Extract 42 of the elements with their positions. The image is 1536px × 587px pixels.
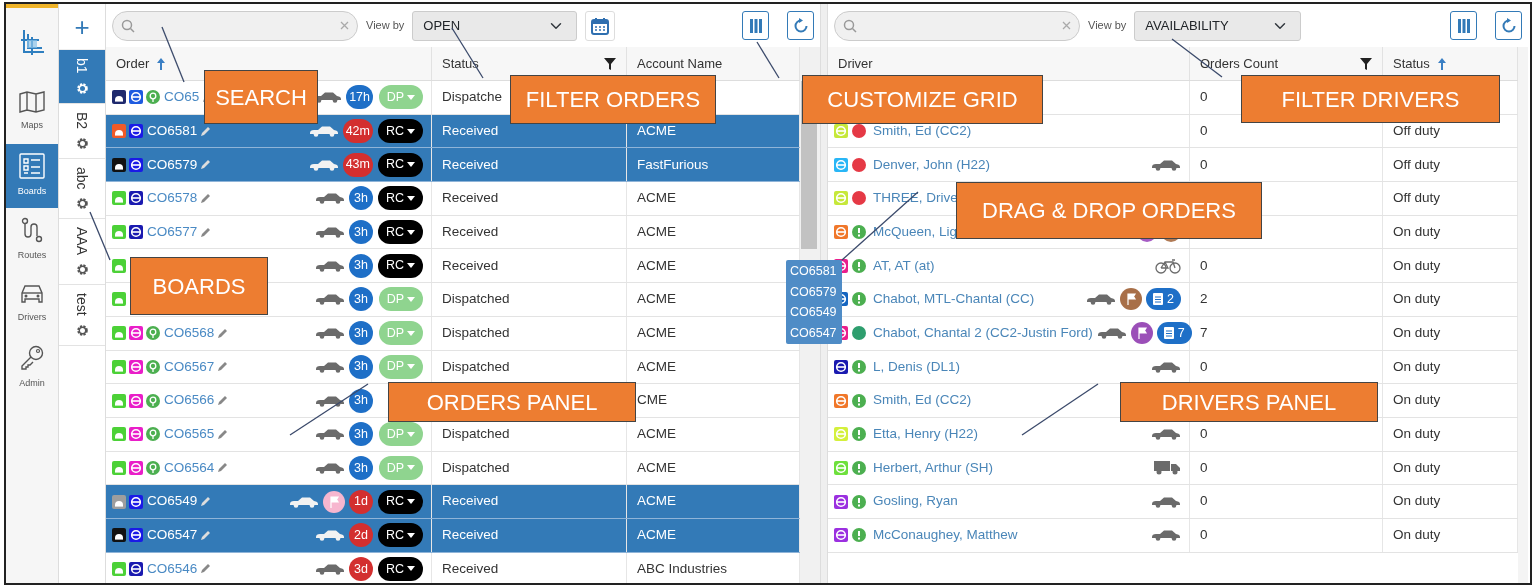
table-cell: Dispatched	[432, 283, 627, 316]
table-cell: Received	[432, 249, 627, 283]
callout-tooltip: DRIVERS PANEL	[1120, 382, 1378, 422]
view-by-label: View by	[1088, 18, 1127, 34]
callout-tooltip: FILTER ORDERS	[510, 75, 716, 124]
view-by-label: View by	[366, 18, 405, 34]
age-indicator: 3h	[349, 186, 373, 211]
age-indicator: 2d	[349, 523, 373, 548]
age-indicator: 3h	[349, 321, 373, 346]
age-indicator: 3h	[349, 253, 373, 278]
callout-tooltip: ORDERS PANEL	[388, 382, 636, 422]
table-cell: Received	[432, 148, 627, 182]
table-cell: 7	[1190, 316, 1383, 350]
table-cell: 0	[1190, 518, 1383, 552]
table-cell: 0	[1190, 485, 1383, 518]
table-cell: 0	[1190, 451, 1383, 485]
age-indicator: 3h	[349, 455, 373, 480]
age-indicator: 3d	[349, 556, 373, 581]
callout-tooltip: SEARCH	[204, 70, 318, 124]
callout-tooltip: BOARDS	[130, 257, 268, 315]
table-cell: 0	[1190, 249, 1383, 283]
callout-tooltip: FILTER DRIVERS	[1241, 75, 1500, 123]
age-indicator: 17h	[346, 85, 373, 110]
table-cell: Dispatched	[432, 451, 627, 485]
age-indicator: 3h	[349, 388, 373, 413]
callout-tooltip: DRAG & DROP ORDERS	[956, 182, 1262, 239]
age-indicator: 3h	[349, 220, 373, 245]
age-indicator: 1d	[349, 489, 373, 514]
table-cell: 0	[1190, 148, 1383, 182]
callout-tooltip: CUSTOMIZE GRID	[802, 75, 1043, 124]
table-cell: Received	[432, 182, 627, 215]
age-indicator: 3h	[349, 287, 373, 312]
table-cell: Dispatched	[432, 316, 627, 350]
age-indicator: 3h	[349, 422, 373, 447]
age-indicator: 3h	[349, 354, 373, 379]
table-cell: Received	[432, 552, 627, 583]
table-cell: 2	[1190, 283, 1383, 316]
table-cell: Received	[432, 485, 627, 518]
age-indicator: 43m	[342, 152, 373, 177]
table-cell: Received	[432, 215, 627, 249]
age-indicator: 42m	[342, 119, 373, 144]
table-cell: Received	[432, 518, 627, 552]
